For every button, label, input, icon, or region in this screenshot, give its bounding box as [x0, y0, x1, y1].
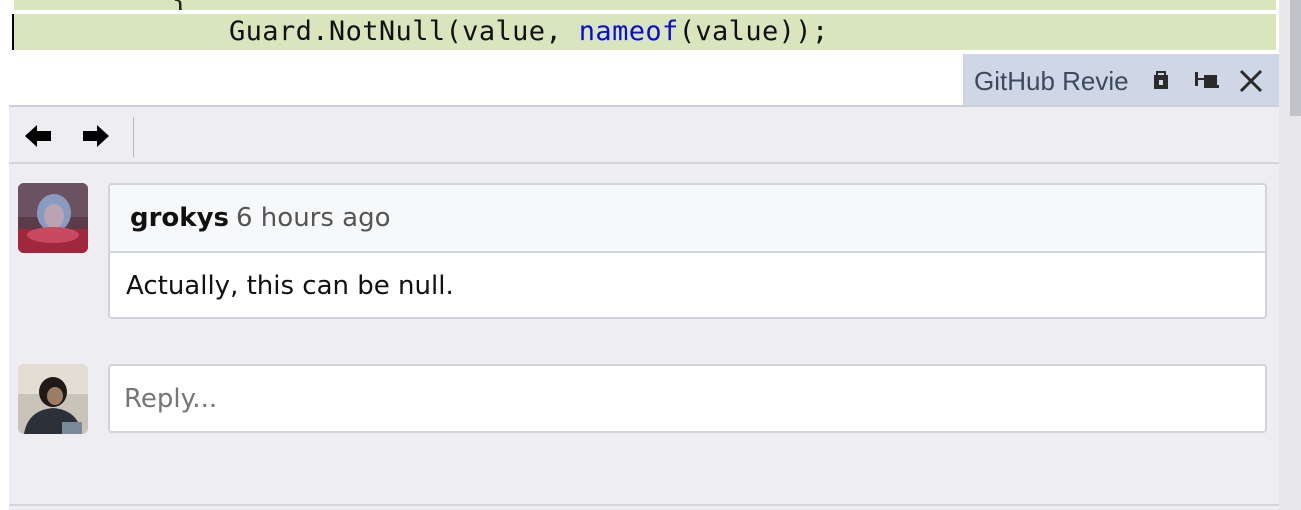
- forward-button[interactable]: [79, 119, 113, 153]
- code-line-highlighted[interactable]: Guard.NotNull(value, nameof(value));: [14, 14, 1276, 50]
- arrow-left-icon: [25, 125, 51, 147]
- tool-window-tab[interactable]: GitHub Revie: [963, 54, 1279, 106]
- toolbar-separator: [133, 117, 134, 157]
- window-position-icon: [1154, 71, 1168, 89]
- comment-timestamp: 6 hours ago: [236, 203, 391, 233]
- pin-button[interactable]: [1193, 67, 1221, 95]
- pin-icon: [1195, 72, 1219, 88]
- comment-author-avatar[interactable]: [18, 183, 88, 253]
- code-brace: {: [172, 0, 188, 10]
- panel-bottom-border: [9, 504, 1279, 506]
- current-user-avatar: [18, 364, 88, 434]
- avatar-image: [18, 183, 88, 253]
- comment-author[interactable]: grokys: [130, 203, 229, 233]
- reply-input[interactable]: [108, 364, 1267, 433]
- code-keyword: nameof: [578, 16, 679, 47]
- window-position-button[interactable]: [1147, 67, 1175, 95]
- screen: { Guard.NotNull(value, nameof(value)); G…: [0, 0, 1301, 510]
- close-icon: [1239, 69, 1263, 93]
- comment-header: grokys 6 hours ago: [110, 185, 1265, 253]
- arrow-right-icon: [83, 125, 109, 147]
- github-review-panel: grokys 6 hours ago Actually, this can be…: [9, 105, 1279, 510]
- avatar-image: [18, 364, 88, 434]
- code-line-previous: {: [14, 0, 1276, 10]
- editor-scrollbar-thumb[interactable]: [1290, 0, 1301, 116]
- text-caret: [12, 14, 14, 50]
- panel-toolbar: [9, 107, 1279, 164]
- comment-body: Actually, this can be null.: [126, 271, 454, 301]
- code-text: Guard.NotNull(value, nameof(value));: [229, 14, 829, 50]
- code-prefix: Guard.NotNull(value,: [229, 16, 579, 47]
- back-button[interactable]: [21, 119, 55, 153]
- code-suffix: (value));: [678, 16, 829, 47]
- tool-window-title: GitHub Revie: [974, 66, 1129, 96]
- close-button[interactable]: [1237, 67, 1265, 95]
- comment-card: grokys 6 hours ago Actually, this can be…: [108, 183, 1267, 319]
